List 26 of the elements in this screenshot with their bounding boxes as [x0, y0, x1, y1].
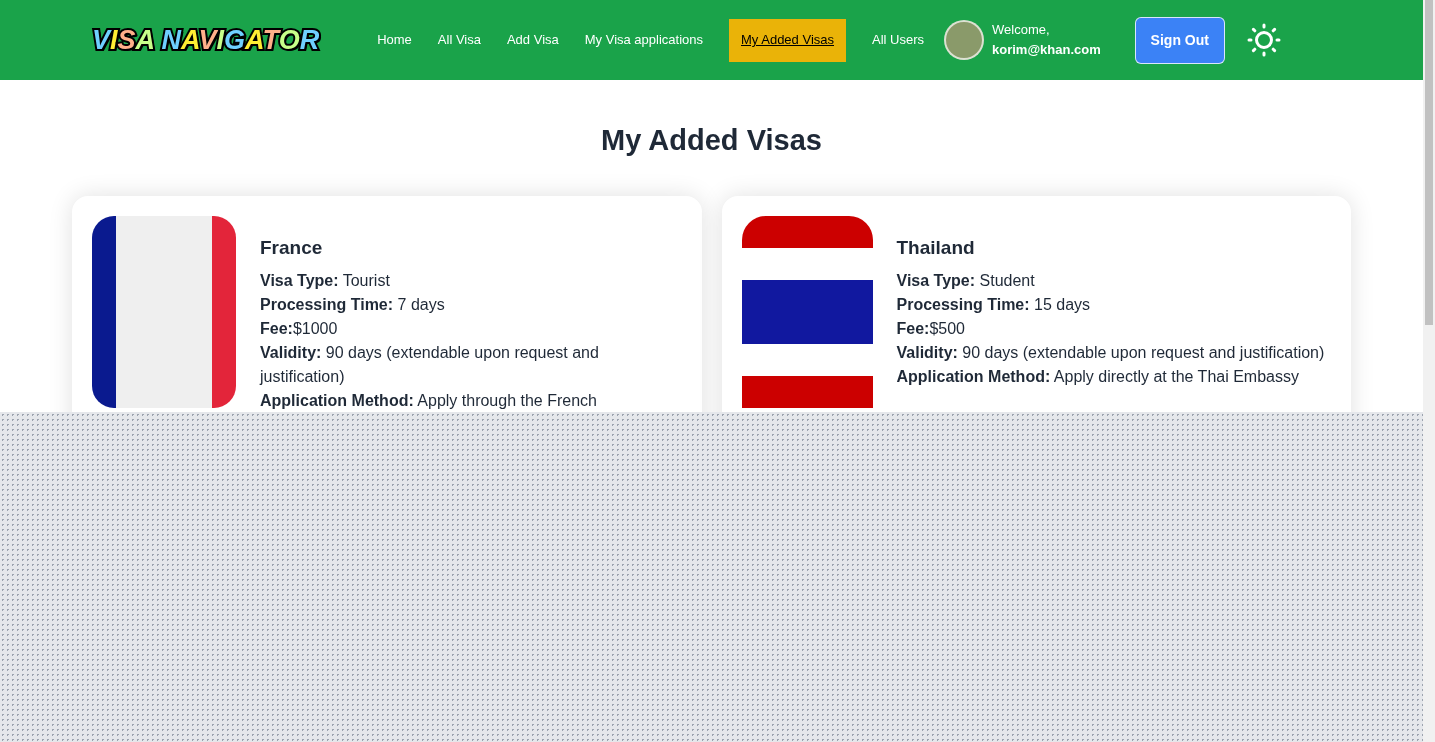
welcome-text: Welcome,	[992, 21, 1051, 39]
nav-link[interactable]: All Users	[860, 18, 936, 62]
visa-detail: Visa Type: Student	[896, 270, 1036, 291]
nav-link[interactable]: Home	[365, 18, 424, 62]
nav-link[interactable]: All Visa	[425, 18, 493, 62]
page-title: My Added Visas	[600, 123, 823, 158]
visa-detail: Application Method: Apply directly at the Thai Embassy	[896, 366, 1300, 387]
user-email: korim@khan.com	[992, 41, 1101, 59]
visa-detail: Processing Time: 15 days	[896, 294, 1092, 315]
visa-detail: Validity: 90 days (extendable upon request and justification)	[260, 342, 600, 387]
scrollbar-thumb[interactable]	[1425, 0, 1433, 325]
country-name: France	[260, 236, 324, 260]
nav-link[interactable]: My Visa applications	[572, 18, 715, 62]
visa-detail: Visa Type: Tourist	[260, 270, 391, 291]
visa-detail: Fee:$1000	[260, 318, 339, 339]
sun-icon[interactable]	[1246, 23, 1281, 57]
country-name: Thailand	[896, 236, 976, 260]
avatar	[944, 20, 984, 60]
visa-detail: Fee:$500	[896, 318, 966, 339]
sign-out-button[interactable]: Sign Out	[1134, 16, 1225, 64]
visa-detail: Application Method: Apply through the French	[260, 390, 598, 411]
nav-link[interactable]: Add Visa	[494, 18, 571, 62]
logo[interactable]: VISA NAVIGATOR	[92, 19, 320, 61]
visa-detail: Processing Time: 7 days	[260, 294, 446, 315]
nav-link[interactable]: My Added Visas	[729, 18, 846, 62]
visa-detail: Validity: 90 days (extendable upon request and justification)	[896, 342, 1325, 363]
